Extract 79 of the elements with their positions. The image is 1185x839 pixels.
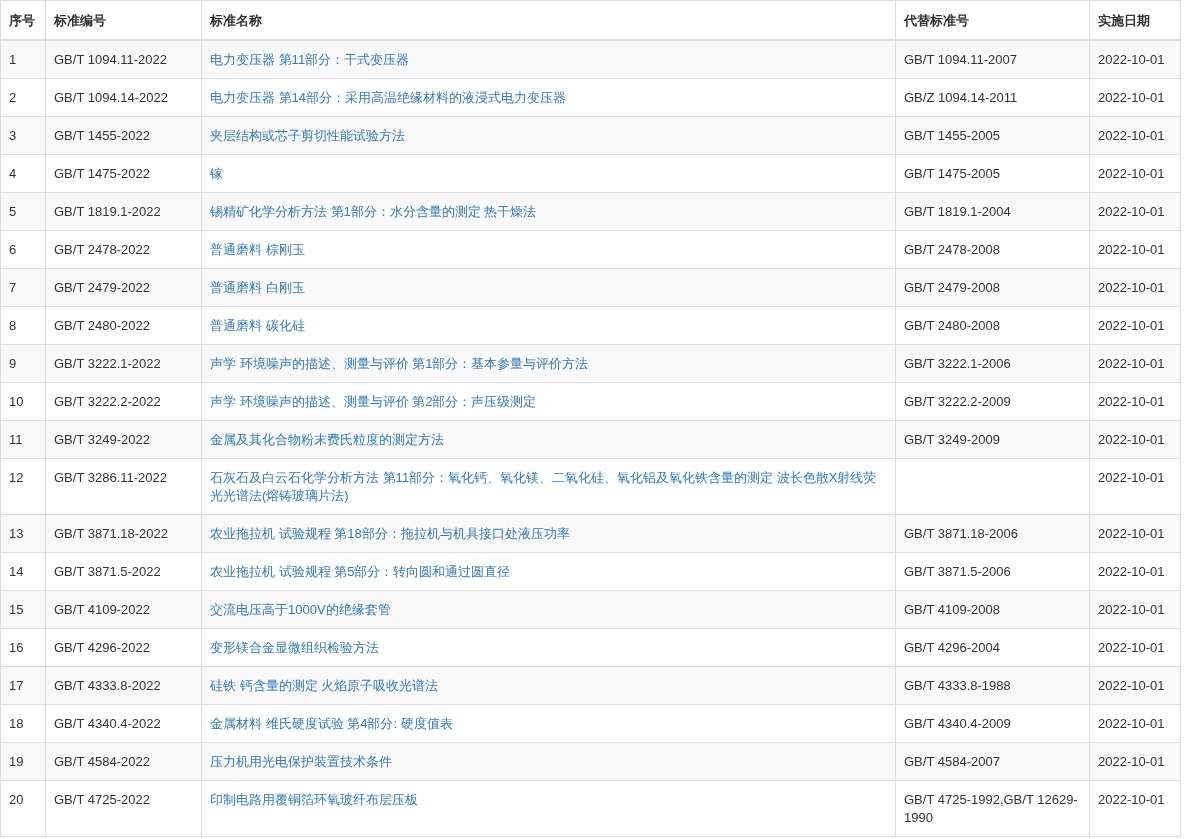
table-cell: 5 (0, 192, 46, 231)
table-cell: GB/Z 1094.14-2011 (895, 78, 1090, 117)
table-cell: GB/T 4725-2022 (45, 780, 202, 837)
table-cell: GB/T 2478-2008 (895, 230, 1090, 269)
table-cell: GB/T 1475-2005 (895, 154, 1090, 193)
table-cell: 2022-10-01 (1089, 552, 1181, 591)
table-cell: GB/T 3222.2-2022 (45, 382, 202, 421)
table-cell: GB/T 4333.8-2022 (45, 666, 202, 705)
table-cell: 4 (0, 154, 46, 193)
table-cell: GB/T 4584-2022 (45, 742, 202, 781)
table-cell: GB/T 3222.1-2022 (45, 344, 202, 383)
table-cell: GB/T 1475-2022 (45, 154, 202, 193)
table-cell: 14 (0, 552, 46, 591)
table-cell: 2022-10-01 (1089, 230, 1181, 269)
table-cell: 2022-10-01 (1089, 780, 1181, 837)
table-cell: 2022-10-01 (1089, 78, 1181, 117)
table-cell: 18 (0, 704, 46, 743)
table-cell: 2022-10-01 (1089, 458, 1181, 515)
table-cell: GB/T 3871.18-2006 (895, 514, 1090, 553)
table-cell: GB/T 1819.1-2004 (895, 192, 1090, 231)
table-cell: 20 (0, 780, 46, 837)
table-cell: 2 (0, 78, 46, 117)
table-cell: 13 (0, 514, 46, 553)
table-cell: GB/T 1819.1-2022 (45, 192, 202, 231)
table-cell: 2022-10-01 (1089, 192, 1181, 231)
table-cell: GB/T 4333.8-1988 (895, 666, 1090, 705)
table-cell: 11 (0, 420, 46, 459)
table-cell: 2022-10-01 (1089, 420, 1181, 459)
table-cell: 2022-10-01 (1089, 666, 1181, 705)
table-cell: 19 (0, 742, 46, 781)
table-cell: 2022-10-01 (1089, 306, 1181, 345)
table-cell: 2022-10-01 (1089, 154, 1181, 193)
table-cell: GB/T 3249-2022 (45, 420, 202, 459)
table-cell: GB/T 4725-1992,GB/T 12629-1990 (895, 780, 1090, 837)
table-cell: 8 (0, 306, 46, 345)
table-cell: 17 (0, 666, 46, 705)
table-cell: 16 (0, 628, 46, 667)
table-cell: 1 (0, 40, 46, 79)
table-cell: 2022-10-01 (1089, 40, 1181, 79)
table-cell: GB/T 1094.11-2007 (895, 40, 1090, 79)
table-cell: 7 (0, 268, 46, 307)
table-cell: GB/T 4109-2008 (895, 590, 1090, 629)
table-cell: GB/T 3222.1-2006 (895, 344, 1090, 383)
table-cell: GB/T 4296-2022 (45, 628, 202, 667)
table-cell: GB/T 2479-2008 (895, 268, 1090, 307)
table-cell: GB/T 2479-2022 (45, 268, 202, 307)
table-cell: GB/T 1455-2022 (45, 116, 202, 155)
table-cell: 2022-10-01 (1089, 514, 1181, 553)
table-cell: GB/T 3871.5-2022 (45, 552, 202, 591)
table-cell: GB/T 4340.4-2022 (45, 704, 202, 743)
table-cell: 2022-10-01 (1089, 116, 1181, 155)
table-cell: 12 (0, 458, 46, 515)
table-cell: GB/T 3871.5-2006 (895, 552, 1090, 591)
table-cell: 2022-10-01 (1089, 344, 1181, 383)
table-cell: 15 (0, 590, 46, 629)
table-cell: GB/T 4109-2022 (45, 590, 202, 629)
table-cell: 6 (0, 230, 46, 269)
table-cell: GB/T 1455-2005 (895, 116, 1090, 155)
table-cell: GB/T 4584-2007 (895, 742, 1090, 781)
table-cell: 10 (0, 382, 46, 421)
table-cell: GB/T 2478-2022 (45, 230, 202, 269)
table-cell: GB/T 1094.11-2022 (45, 40, 202, 79)
table-cell: 3 (0, 116, 46, 155)
table-cell: GB/T 4296-2004 (895, 628, 1090, 667)
table-cell: 2022-10-01 (1089, 382, 1181, 421)
table-cell: 9 (0, 344, 46, 383)
table-cell: GB/T 3286.11-2022 (45, 458, 202, 515)
table-cell: GB/T 2480-2008 (895, 306, 1090, 345)
table-cell: 2022-10-01 (1089, 742, 1181, 781)
table-cell: GB/T 3222.2-2009 (895, 382, 1090, 421)
table-cell: 2022-10-01 (1089, 704, 1181, 743)
table-cell: GB/T 4340.4-2009 (895, 704, 1090, 743)
table-cell: GB/T 3871.18-2022 (45, 514, 202, 553)
table-cell: 2022-10-01 (1089, 268, 1181, 307)
table-cell: GB/T 3249-2009 (895, 420, 1090, 459)
table-cell: GB/T 2480-2022 (45, 306, 202, 345)
table-cell: GB/T 1094.14-2022 (45, 78, 202, 117)
table-cell: 2022-10-01 (1089, 590, 1181, 629)
table-cell: 2022-10-01 (1089, 628, 1181, 667)
